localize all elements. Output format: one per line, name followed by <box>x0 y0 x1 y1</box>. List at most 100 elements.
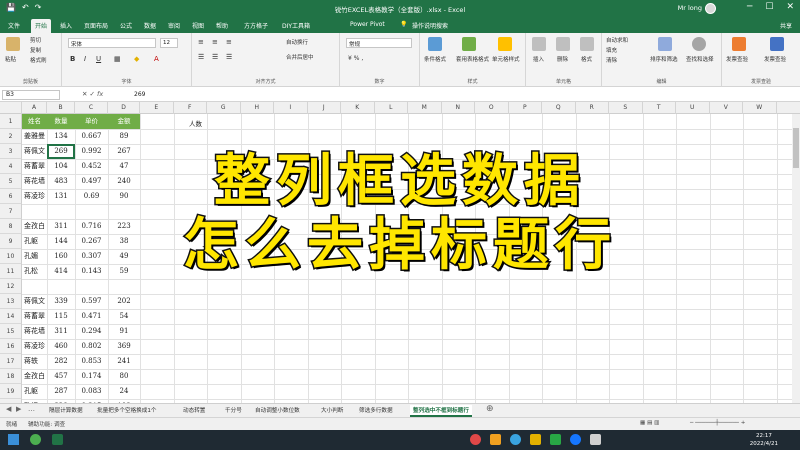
side-label-cell[interactable]: 人数 <box>189 117 202 132</box>
table-cell[interactable]: 0.992 <box>77 144 106 159</box>
insert-cells-button[interactable]: 插入 <box>533 55 544 63</box>
table-cell[interactable]: 91 <box>110 324 138 339</box>
column-header[interactable]: H <box>241 102 274 114</box>
table-cell[interactable]: 孔松 <box>24 264 45 279</box>
column-header[interactable]: C <box>75 102 108 114</box>
table-cell[interactable]: 0.667 <box>77 129 106 144</box>
table-cell[interactable]: 267 <box>110 144 138 159</box>
bold-button[interactable]: B <box>70 55 75 63</box>
accessibility-status[interactable]: 辅助功能: 调查 <box>28 420 65 428</box>
align-right-icon[interactable]: ☰ <box>226 53 232 61</box>
table-cell[interactable]: 160 <box>49 249 73 264</box>
start-icon[interactable] <box>8 434 19 445</box>
table-cell[interactable]: 54 <box>110 309 138 324</box>
align-left-icon[interactable]: ☰ <box>198 53 204 61</box>
column-header[interactable]: S <box>609 102 643 114</box>
table-cell[interactable]: 蒋花墙 <box>24 174 45 189</box>
sort-filter-icon[interactable] <box>658 37 672 51</box>
share-button[interactable]: 共享 <box>780 21 792 30</box>
column-header[interactable]: P <box>509 102 542 114</box>
align-bottom-icon[interactable]: ≡ <box>226 38 232 46</box>
row-header[interactable]: 19 <box>0 384 22 399</box>
column-header[interactable]: Q <box>542 102 576 114</box>
table-cell[interactable] <box>24 279 45 294</box>
cut-button[interactable]: 剪切 <box>30 36 41 44</box>
clear-button[interactable]: 清除 <box>606 56 617 64</box>
table-cell[interactable]: 24 <box>110 384 138 399</box>
tab-review[interactable]: 审阅 <box>168 21 180 30</box>
table-format-icon[interactable] <box>462 37 476 51</box>
table-cell[interactable] <box>49 204 73 219</box>
table-cell[interactable]: 311 <box>49 324 73 339</box>
row-header[interactable]: 16 <box>0 339 22 354</box>
paste-button[interactable]: 粘贴 <box>5 55 16 63</box>
tab-file[interactable]: 文件 <box>8 21 20 30</box>
table-cell[interactable]: 蒋佩文 <box>24 144 45 159</box>
column-header[interactable]: G <box>207 102 241 114</box>
table-cell[interactable] <box>24 204 45 219</box>
table-cell[interactable]: 蒋轶 <box>24 354 45 369</box>
active-cell-outline[interactable] <box>47 144 75 159</box>
table-header-cell[interactable]: 数量 <box>47 114 75 129</box>
zoom-slider[interactable]: ─ ──────┼────── + <box>690 420 745 426</box>
cell-style-button[interactable]: 单元格样式 <box>492 55 520 63</box>
sheet-tab[interactable]: 批量把多个空格换成1个 <box>94 405 160 417</box>
table-cell[interactable]: 蒋花墙 <box>24 324 45 339</box>
table-cell[interactable]: 144 <box>49 234 73 249</box>
table-cell[interactable]: 蒋蓄翠 <box>24 159 45 174</box>
table-header-cell[interactable]: 姓名 <box>22 114 47 129</box>
row-header[interactable]: 14 <box>0 309 22 324</box>
tab-view[interactable]: 视图 <box>192 21 204 30</box>
invoice-check-icon[interactable] <box>732 37 746 51</box>
sheet-tab[interactable]: 隔层计算数据 <box>46 405 86 417</box>
table-cell[interactable]: 0.69 <box>77 189 106 204</box>
name-box[interactable]: B3 <box>2 90 60 100</box>
align-middle-icon[interactable]: ≡ <box>212 38 218 46</box>
table-cell[interactable]: 0.083 <box>77 384 106 399</box>
table-cell[interactable]: 0.174 <box>77 369 106 384</box>
user-name[interactable]: Mr long <box>678 4 702 12</box>
table-cell[interactable]: 孔媚 <box>24 249 45 264</box>
tab-help[interactable]: 帮助 <box>216 21 228 30</box>
tray-app-icon-5[interactable] <box>570 434 581 445</box>
table-cell[interactable]: 241 <box>110 354 138 369</box>
table-cell[interactable]: 0.294 <box>77 324 106 339</box>
row-header[interactable]: 2 <box>0 129 22 144</box>
table-cell[interactable]: 339 <box>49 294 73 309</box>
merge-center-button[interactable]: 合并后居中 <box>286 53 314 61</box>
table-cell[interactable]: 202 <box>110 294 138 309</box>
underline-button[interactable]: U <box>96 55 101 63</box>
column-header[interactable]: A <box>22 102 47 114</box>
table-cell[interactable]: 90 <box>110 189 138 204</box>
tab-insert[interactable]: 插入 <box>60 21 72 30</box>
row-header[interactable]: 15 <box>0 324 22 339</box>
format-cells-icon[interactable] <box>580 37 594 51</box>
chrome-icon[interactable] <box>30 434 41 445</box>
row-header[interactable]: 9 <box>0 234 22 249</box>
row-header[interactable]: 8 <box>0 219 22 234</box>
font-color-icon[interactable]: A <box>154 55 159 63</box>
column-header[interactable]: M <box>408 102 442 114</box>
sheet-nav-right-icon[interactable]: ▶ <box>16 405 21 413</box>
table-cell[interactable]: 287 <box>49 384 73 399</box>
table-cell[interactable]: 104 <box>49 159 73 174</box>
italic-button[interactable]: I <box>84 55 86 63</box>
minimize-icon[interactable]: ─ <box>747 2 752 12</box>
table-cell[interactable]: 89 <box>110 129 138 144</box>
fx-icon[interactable]: ✕ ✓ fx <box>82 90 103 98</box>
autosum-button[interactable]: 自动求和 <box>606 36 628 44</box>
delete-cells-button[interactable]: 删除 <box>557 55 568 63</box>
font-size-select[interactable]: 12 <box>160 38 178 48</box>
table-cell[interactable]: 460 <box>49 339 73 354</box>
table-cell[interactable]: 金孜白 <box>24 369 45 384</box>
table-cell[interactable]: 134 <box>49 129 73 144</box>
column-header[interactable]: K <box>341 102 375 114</box>
format-painter-button[interactable]: 格式刷 <box>30 56 47 64</box>
sheet-tab[interactable]: 动态转置 <box>180 405 208 417</box>
tray-app-icon-2[interactable] <box>490 434 501 445</box>
sort-filter-button[interactable]: 排序和筛选 <box>650 55 678 63</box>
conditional-format-button[interactable]: 条件格式 <box>424 55 446 63</box>
invoice-check-button[interactable]: 发票查验 <box>726 55 748 63</box>
table-cell[interactable]: 240 <box>110 174 138 189</box>
find-select-icon[interactable] <box>692 37 706 51</box>
